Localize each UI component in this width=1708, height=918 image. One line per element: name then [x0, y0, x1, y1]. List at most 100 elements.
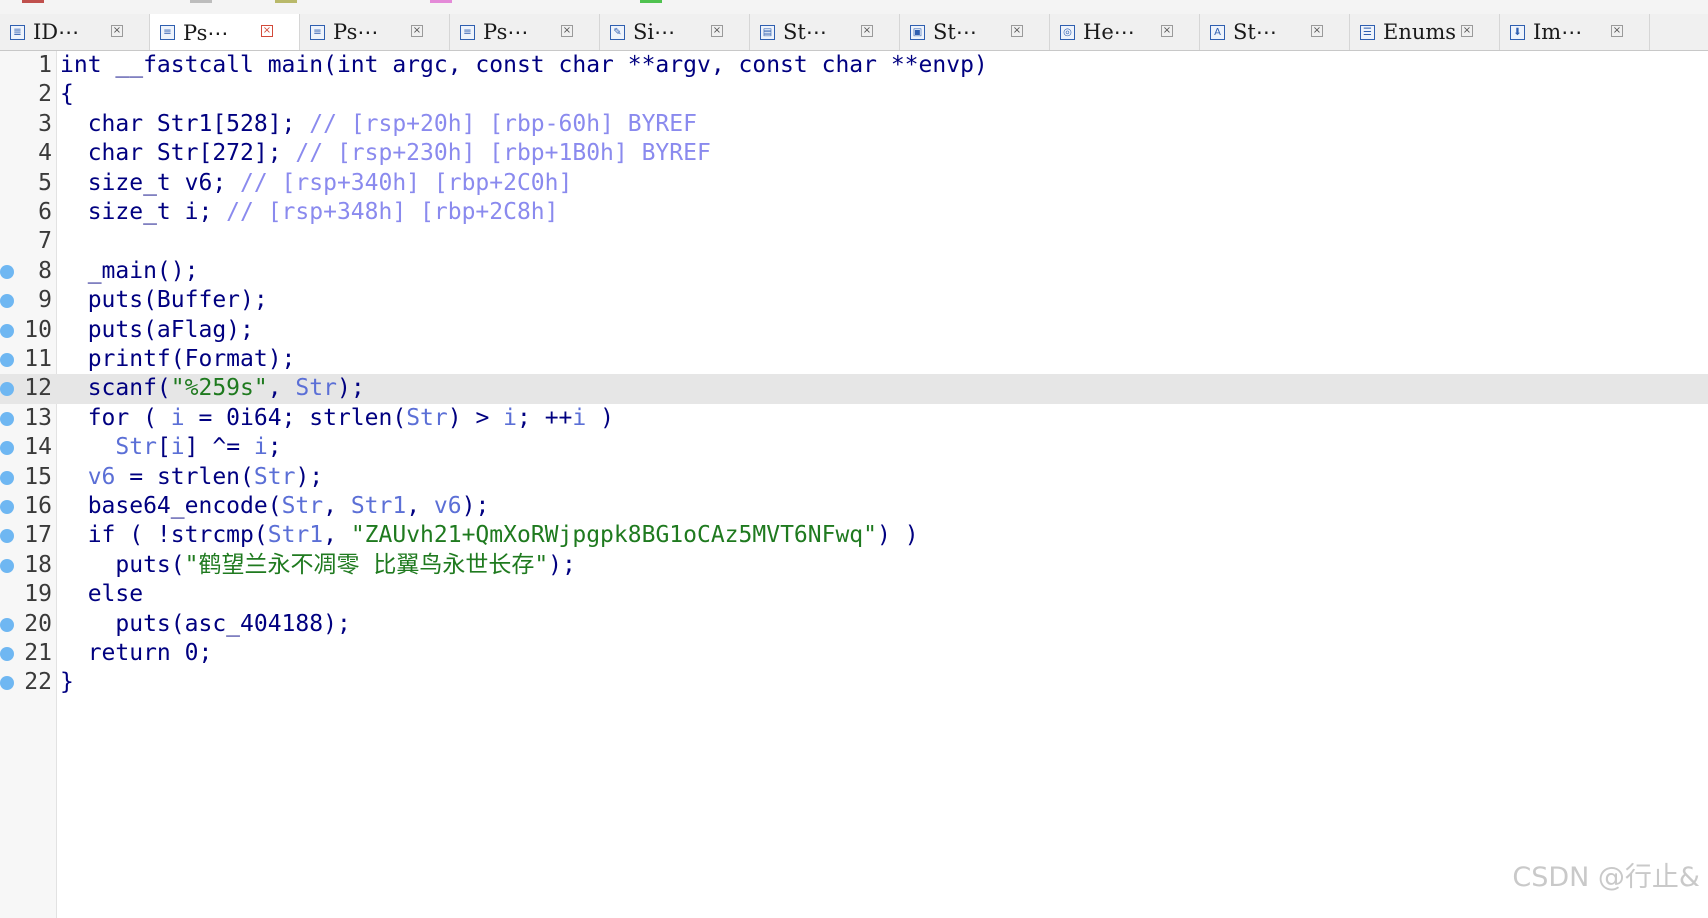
code-text: int __fastcall main(int argc, const char… [60, 51, 988, 80]
tab-10[interactable]: ⬇ Im⋯ × [1500, 14, 1650, 50]
breakpoint-dot-icon[interactable] [0, 323, 14, 338]
code-token: ) > [447, 404, 504, 431]
tab-9[interactable]: ☰ Enums × [1350, 14, 1500, 50]
code-line[interactable]: 22} [0, 668, 1708, 697]
breakpoint-dot-icon[interactable] [0, 500, 14, 514]
close-icon[interactable]: × [861, 25, 873, 37]
code-token: i [170, 404, 185, 431]
code-token: printf(Format); [60, 346, 296, 372]
watermark: CSDN @行止& [1512, 862, 1700, 893]
code-line[interactable]: 1 int __fastcall main(int argc, const cha… [0, 51, 1708, 80]
code-token: // [rsp+230h] [rbp+1B0h] BYREF [295, 140, 711, 167]
tab-3[interactable]: ≡ Ps⋯ × [450, 14, 600, 50]
breakpoint-dot-icon[interactable] [0, 676, 14, 691]
tab-0[interactable]: ≣ ID⋯ × [0, 14, 150, 50]
code-line[interactable]: 10 puts(aFlag); [0, 316, 1708, 345]
breakpoint-dot-icon[interactable] [0, 382, 14, 397]
close-icon[interactable]: × [561, 25, 573, 37]
code-token: for ( [60, 404, 171, 431]
strip-chip [430, 0, 452, 3]
code-line[interactable]: 3 char Str1[528]; // [rsp+20h] [rbp-60h]… [0, 110, 1708, 139]
code-token: { [60, 81, 74, 108]
breakpoint-dot-icon[interactable] [0, 264, 14, 279]
tab-1[interactable]: ≡ Ps⋯ × [150, 14, 300, 50]
code-line[interactable]: 18 puts("鹤望兰永不凋零 比翼鸟永世长存"); [0, 551, 1708, 580]
breakpoint-dot-icon[interactable] [0, 617, 14, 632]
line-number: 13 [24, 404, 52, 431]
code-token: Str [253, 463, 296, 490]
code-token: ); [336, 375, 365, 402]
code-line[interactable]: 11 printf(Format); [0, 345, 1708, 374]
close-icon[interactable]: × [1011, 25, 1023, 37]
code-line[interactable]: 9 puts(Buffer); [0, 286, 1708, 315]
code-token: puts(aFlag); [60, 316, 254, 343]
close-icon[interactable]: × [1311, 25, 1323, 37]
code-token: base64_encode( [60, 493, 282, 519]
breakpoint-dot-icon[interactable] [0, 411, 14, 426]
code-line[interactable]: 17 if ( !strcmp(Str1, "ZAUvh21+QmXoRWjpg… [0, 521, 1708, 550]
code-token: } [60, 669, 74, 696]
code-line[interactable]: 21 return 0; [0, 639, 1708, 668]
close-icon[interactable]: × [711, 25, 723, 37]
code-text [60, 227, 74, 256]
line-number: 2 [38, 81, 52, 108]
code-line[interactable]: 2{ [0, 80, 1708, 109]
tab-6[interactable]: ▣ St⋯ × [900, 14, 1050, 50]
code-line[interactable]: 5 size_t v6; // [rsp+340h] [rbp+2C0h] [0, 169, 1708, 198]
code-line[interactable]: 15 v6 = strlen(Str); [0, 463, 1708, 492]
tab-label: ID⋯ [33, 20, 80, 44]
code-text: size_t i; // [rsp+348h] [rbp+2C8h] [60, 198, 559, 227]
code-line[interactable]: 12 scanf("%259s", Str); [0, 374, 1708, 404]
breakpoint-dot-icon[interactable] [0, 558, 14, 573]
code-token: size_t i; [60, 199, 227, 225]
code-token: if ( !strcmp( [60, 522, 268, 549]
code-line[interactable]: 16 base64_encode(Str, Str1, v6); [0, 492, 1708, 521]
close-icon[interactable]: × [1611, 25, 1623, 37]
code-token: // [rsp+348h] [rbp+2C8h] [226, 199, 559, 225]
tab-5[interactable]: ▤ St⋯ × [750, 14, 900, 50]
close-icon[interactable]: × [111, 25, 123, 37]
code-token: size_t v6; [60, 169, 241, 196]
breakpoint-dot-icon[interactable] [0, 647, 14, 661]
code-token: , [406, 493, 434, 519]
tab-label: St⋯ [783, 20, 827, 44]
code-text: size_t v6; // [rsp+340h] [rbp+2C0h] [60, 169, 573, 198]
close-icon[interactable]: × [1161, 25, 1173, 37]
line-number: 21 [24, 640, 52, 666]
code-token: ); [548, 551, 576, 578]
code-text: scanf("%259s", Str); [60, 374, 365, 403]
breakpoint-dot-icon[interactable] [0, 294, 14, 309]
code-token: , [323, 493, 351, 519]
breakpoint-dot-icon[interactable] [0, 353, 14, 367]
close-icon[interactable]: × [411, 25, 423, 37]
breakpoint-dot-icon[interactable] [0, 441, 14, 456]
tab-7[interactable]: ◎ He⋯ × [1050, 14, 1200, 50]
tab-8[interactable]: A St⋯ × [1200, 14, 1350, 50]
code-line[interactable]: 19 else [0, 580, 1708, 609]
code-line[interactable]: 4 char Str[272]; // [rsp+230h] [rbp+1B0h… [0, 139, 1708, 168]
breakpoint-dot-icon[interactable] [0, 470, 14, 485]
code-line[interactable]: 8 _main(); [0, 257, 1708, 286]
pseudocode-icon: ≡ [310, 24, 325, 40]
code-line[interactable]: 7 [0, 227, 1708, 256]
tab-4[interactable]: ✎ Si⋯ × [600, 14, 750, 50]
code-line[interactable]: 6 size_t i; // [rsp+348h] [rbp+2C8h] [0, 198, 1708, 227]
pseudocode-editor[interactable]: 1 int __fastcall main(int argc, const cha… [0, 51, 1708, 918]
code-line[interactable]: 14 Str[i] ^= i; [0, 433, 1708, 462]
code-token: Str1 [350, 493, 407, 519]
document-icon: ≣ [10, 24, 25, 40]
code-token: i [503, 404, 517, 431]
line-number: 10 [24, 316, 52, 343]
tab-2[interactable]: ≡ Ps⋯ × [300, 14, 450, 50]
code-token: ; [267, 434, 282, 461]
line-number: 14 [24, 434, 52, 461]
breakpoint-dot-icon[interactable] [0, 529, 14, 544]
line-number: 8 [38, 257, 52, 284]
close-icon[interactable]: × [1461, 25, 1473, 37]
close-icon[interactable]: × [261, 25, 273, 37]
code-line[interactable]: 20 puts(asc_404188); [0, 610, 1708, 639]
code-line[interactable]: 13 for ( i = 0i64; strlen(Str) > i; ++i … [0, 404, 1708, 433]
tab-label: Ps⋯ [333, 20, 379, 44]
tab-label: St⋯ [933, 20, 977, 44]
